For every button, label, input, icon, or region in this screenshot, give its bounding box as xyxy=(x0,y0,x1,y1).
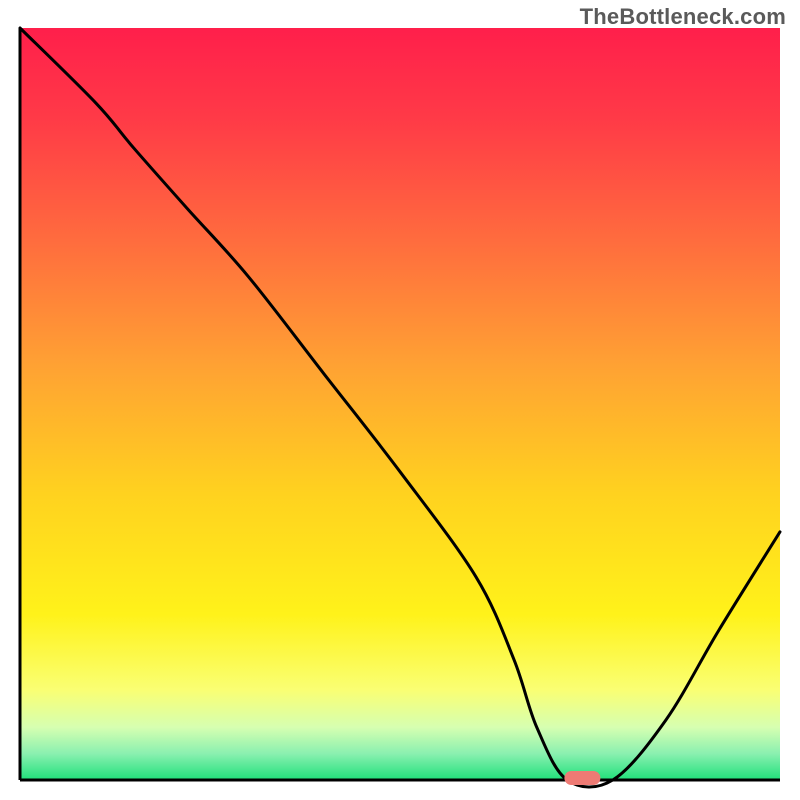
chart-frame: TheBottleneck.com xyxy=(0,0,800,800)
gradient-background xyxy=(20,28,780,780)
watermark-label: TheBottleneck.com xyxy=(580,4,786,30)
bottleneck-chart xyxy=(0,0,800,800)
optimal-marker xyxy=(564,771,600,785)
